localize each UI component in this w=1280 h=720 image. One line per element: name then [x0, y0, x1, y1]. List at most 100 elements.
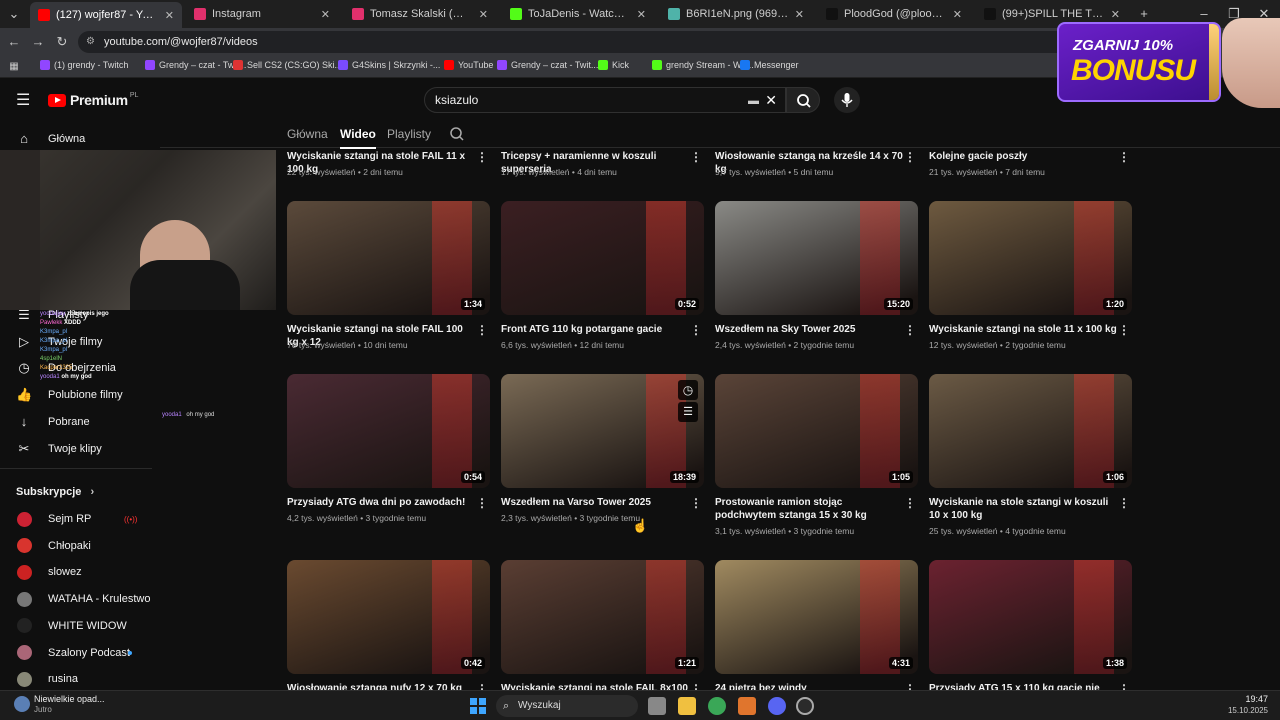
tab-close-icon[interactable]: ✕	[479, 8, 488, 21]
video-title[interactable]: Wyciskanie sztangi na stole FAIL 8x100 k…	[501, 682, 691, 690]
bookmark-item[interactable]: Grendy – czat - Twit...	[497, 60, 598, 70]
voice-search-button[interactable]	[834, 87, 860, 113]
video-thumbnail[interactable]: 15:20	[715, 201, 918, 315]
more-options-icon[interactable]: ⋮	[476, 496, 488, 510]
browser-tab[interactable]: Instagram ✕	[186, 3, 338, 25]
minimize-icon[interactable]: –	[1196, 6, 1212, 22]
video-thumbnail[interactable]: 1:21	[501, 560, 704, 674]
tab-playlists[interactable]: Playlisty	[387, 127, 431, 141]
task-view-icon[interactable]	[648, 697, 666, 715]
more-options-icon[interactable]: ⋮	[904, 323, 916, 337]
more-options-icon[interactable]: ⋮	[690, 323, 702, 337]
video-title[interactable]: Wyciskanie sztangi na stole 11 x 100 kg	[929, 323, 1119, 336]
tab-search-icon[interactable]: ⌄	[6, 6, 22, 22]
more-options-icon[interactable]: ⋮	[904, 150, 916, 164]
browser-tab[interactable]: PloodGod (@ploodgod) | TikTok ✕	[818, 3, 970, 25]
browser-tab[interactable]: ToJaDenis - Watch clips on Kick ✕	[502, 3, 654, 25]
more-options-icon[interactable]: ⋮	[476, 323, 488, 337]
browser-tab[interactable]: (127) wojfer87 - YouTube ✕	[30, 2, 182, 28]
browser-tab[interactable]: Tomasz Skalski (@montecasyo) ✕	[344, 3, 496, 25]
video-thumbnail[interactable]: 18:39 ◷ ☰	[501, 374, 704, 488]
back-icon[interactable]: ←	[6, 34, 22, 50]
tab-close-icon[interactable]: ✕	[953, 8, 962, 21]
tab-close-icon[interactable]: ✕	[795, 8, 804, 21]
discord-icon[interactable]	[768, 697, 786, 715]
chrome-icon[interactable]	[708, 697, 726, 715]
promo-banner[interactable]: ZGARNIJ 10% BONUSU	[1057, 22, 1221, 102]
video-title[interactable]: Wiosłowanie sztanga nufy 12 x 70 kg	[287, 682, 477, 690]
video-thumbnail[interactable]: 4:31	[715, 560, 918, 674]
subscriptions-heading[interactable]: Subskrypcje ›	[16, 486, 94, 498]
more-options-icon[interactable]: ⋮	[904, 496, 916, 510]
app-icon-orange[interactable]	[738, 697, 756, 715]
menu-icon[interactable]: ☰	[16, 90, 30, 110]
subscription-item[interactable]: rusina	[0, 666, 160, 692]
more-options-icon[interactable]: ⋮	[904, 682, 916, 690]
subscription-item[interactable]: WATAHA - Krulestwo	[0, 586, 160, 612]
video-thumbnail[interactable]: 1:38	[929, 560, 1132, 674]
tab-home[interactable]: Główna	[287, 127, 328, 141]
bookmark-item[interactable]: Grendy – czat - Twit...	[145, 60, 246, 70]
youtube-logo[interactable]: Premium PL	[48, 92, 138, 108]
more-options-icon[interactable]: ⋮	[476, 150, 488, 164]
more-options-icon[interactable]: ⋮	[1118, 682, 1130, 690]
tab-close-icon[interactable]: ✕	[165, 9, 174, 22]
watch-later-icon[interactable]: ◷	[678, 380, 698, 400]
search-button[interactable]	[786, 87, 820, 113]
clear-search-icon[interactable]: ✕	[765, 88, 777, 112]
add-to-queue-icon[interactable]: ☰	[678, 402, 698, 422]
reload-icon[interactable]: ↻	[54, 34, 70, 50]
site-info-icon[interactable]: ⚙	[86, 31, 95, 53]
video-thumbnail[interactable]: 0:42	[287, 560, 490, 674]
video-title[interactable]: 24 piętra bez windy	[715, 682, 905, 690]
bookmark-item[interactable]: grendy Stream - Wa...	[652, 60, 754, 70]
apps-grid-icon[interactable]: ▦	[6, 59, 22, 75]
more-options-icon[interactable]: ⋮	[690, 150, 702, 164]
url-input[interactable]: ⚙ youtube.com/@wojfer87/videos	[78, 31, 1088, 53]
file-explorer-icon[interactable]	[678, 697, 696, 715]
more-options-icon[interactable]: ⋮	[1118, 323, 1130, 337]
video-thumbnail[interactable]: 1:34	[287, 201, 490, 315]
weather-icon[interactable]	[14, 696, 30, 712]
video-thumbnail[interactable]: 0:54	[287, 374, 490, 488]
tab-close-icon[interactable]: ✕	[637, 8, 646, 21]
sidebar-item-twoje-klipy[interactable]: ✂ Twoje klipy	[0, 436, 160, 462]
bookmark-item[interactable]: Sell CS2 (CS:GO) Ski...	[233, 60, 342, 70]
keyboard-icon[interactable]: ▬	[748, 89, 759, 113]
video-title[interactable]: Wyciskanie na stole sztangi w koszuli 10…	[929, 496, 1119, 522]
video-title[interactable]: Wszedłem na Sky Tower 2025	[715, 323, 905, 336]
video-title[interactable]: Prostowanie ramion stojąc podchwytem szt…	[715, 496, 905, 522]
new-tab-button[interactable]: +	[1136, 6, 1152, 22]
video-title[interactable]: Przysiady ATG 15 x 110 kg gacie nie	[929, 682, 1119, 690]
sidebar-item-home[interactable]: ⌂ Główna	[0, 126, 160, 152]
channel-search-icon[interactable]	[449, 126, 465, 142]
video-thumbnail[interactable]: 1:20	[929, 201, 1132, 315]
subscription-item[interactable]: WHITE WIDOW	[0, 613, 160, 639]
subscription-item[interactable]: Chłopaki	[0, 533, 160, 559]
subscription-item[interactable]: Sejm RP ((•))	[0, 506, 160, 532]
video-title[interactable]: Wszedłem na Varso Tower 2025	[501, 496, 691, 509]
more-options-icon[interactable]: ⋮	[1118, 150, 1130, 164]
tab-close-icon[interactable]: ✕	[1111, 8, 1120, 21]
video-title[interactable]: Front ATG 110 kg potargane gacie	[501, 323, 691, 336]
subscription-item[interactable]: slowez	[0, 559, 160, 585]
steam-icon[interactable]	[796, 697, 814, 715]
more-options-icon[interactable]: ⋮	[1118, 496, 1130, 510]
bookmark-item[interactable]: Kick	[598, 60, 629, 70]
bookmark-item[interactable]: YouTube	[444, 60, 493, 70]
browser-tab[interactable]: B6RI1eN.png (969×942) ✕	[660, 3, 812, 25]
search-input[interactable]: ksiazulo ▬ ✕	[424, 87, 786, 113]
more-options-icon[interactable]: ⋮	[476, 682, 488, 690]
bookmark-item[interactable]: G4Skins | Skrzynki -...	[338, 60, 440, 70]
subscription-item[interactable]: Szalony Podcast	[0, 640, 160, 666]
tab-videos[interactable]: Wideo	[340, 127, 376, 149]
bookmark-item[interactable]: (1) grendy - Twitch	[40, 60, 128, 70]
video-title[interactable]: Kolejne gacie poszły	[929, 150, 1119, 163]
windows-start-icon[interactable]	[470, 698, 486, 714]
video-thumbnail[interactable]: 1:06	[929, 374, 1132, 488]
more-options-icon[interactable]: ⋮	[690, 682, 702, 690]
video-thumbnail[interactable]: 1:05	[715, 374, 918, 488]
forward-icon[interactable]: →	[30, 34, 46, 50]
video-thumbnail[interactable]: 0:52	[501, 201, 704, 315]
video-title[interactable]: Przysiady ATG dwa dni po zawodach!	[287, 496, 477, 509]
